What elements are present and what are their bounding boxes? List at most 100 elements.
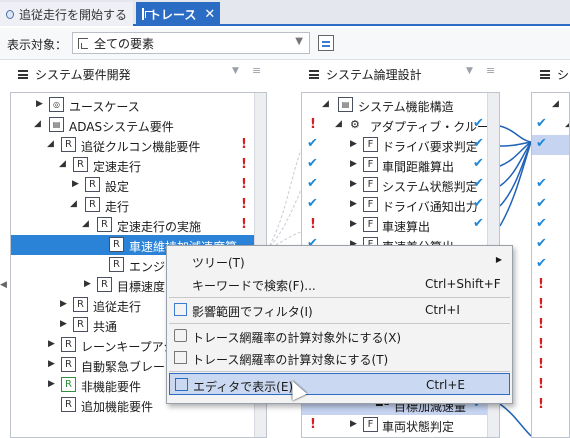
requirement-icon: R xyxy=(61,357,76,372)
tree-row[interactable]: ✔ xyxy=(532,215,569,235)
tree-row[interactable]: ▶ ◎ ユースケース xyxy=(11,95,266,115)
expand-icon[interactable]: ▶ xyxy=(350,179,357,189)
tree-row[interactable]: ! xyxy=(532,335,569,355)
tree-row[interactable]: ◢ ▤ システム機能構造 xyxy=(302,95,499,115)
error-mark: ! xyxy=(310,417,316,432)
tree-row[interactable]: ◢ ▤ ADASシステム要件 xyxy=(11,115,266,135)
tree-row[interactable]: ✔ ▶ F 車間距離算出 ✔ xyxy=(302,155,499,175)
tree-row[interactable]: ✔ xyxy=(532,175,569,195)
check-mark: ✔ xyxy=(473,216,484,231)
tree-row[interactable]: ✔ xyxy=(532,255,569,275)
menu-icon[interactable] xyxy=(18,69,28,79)
matrix-view-button[interactable] xyxy=(318,35,334,51)
collapse-handle[interactable]: ◀ xyxy=(0,280,8,296)
expand-icon[interactable]: ▶ xyxy=(350,419,357,429)
tree-row[interactable]: ✔ xyxy=(532,235,569,255)
chevron-down-icon[interactable]: ▼ xyxy=(232,66,239,76)
tree-row[interactable]: ✔ ▶ F システム状態判定 ✔ xyxy=(302,175,499,195)
menu-item-exclude-coverage[interactable]: トレース網羅率の計算対象外にする(X) xyxy=(169,325,510,347)
tab-label: トレース xyxy=(149,7,197,22)
menu-icon[interactable] xyxy=(309,69,319,79)
tree-row[interactable]: ! xyxy=(532,315,569,335)
menu-item-open-in-editor[interactable]: エディタで表示(E) Ctrl+E xyxy=(169,373,510,395)
tree-row[interactable]: ◢ R 定速走行の実施 ! xyxy=(11,215,266,235)
expand-icon[interactable]: ▶ xyxy=(60,319,67,329)
toolbar: 表示対象： 全ての要素 ▼ xyxy=(0,28,570,60)
collapse-icon[interactable]: ◢ xyxy=(47,139,54,149)
tree-row[interactable]: ◢ xyxy=(532,95,569,115)
check-mark: ✔ xyxy=(307,136,318,151)
collapse-icon[interactable]: ◢ xyxy=(70,199,77,209)
tree-row[interactable]: ! ▶ F 車速算出 ✔ xyxy=(302,215,499,235)
tree-row[interactable]: ✔ xyxy=(532,195,569,215)
tree-row[interactable]: ! xyxy=(532,295,569,315)
collapse-icon[interactable]: ◢ xyxy=(322,99,329,109)
check-mark: ✔ xyxy=(536,196,547,211)
menu-separator xyxy=(169,371,510,372)
tree-row[interactable]: ✔ ◢ xyxy=(532,115,569,135)
expand-icon[interactable]: ▶ xyxy=(350,159,357,169)
collapse-icon[interactable]: ◢ xyxy=(34,119,41,129)
chevron-down-icon[interactable]: ▼ xyxy=(466,66,473,76)
menu-item-keyword-search[interactable]: キーワードで検索(F)... Ctrl+Shift+F xyxy=(169,273,510,295)
check-mark: ✔ xyxy=(536,236,547,251)
expand-icon[interactable]: ▶ xyxy=(84,279,91,289)
filter-icon xyxy=(174,303,187,316)
error-mark: ! xyxy=(241,197,247,212)
tree-row[interactable]: ! ◢ ⚙ アダプティブ・クルーズ ✔ xyxy=(302,115,499,135)
tree-row[interactable]: ✔ ▶ F ドライバ要求判定 ✔ xyxy=(302,135,499,155)
display-target-select[interactable]: 全ての要素 ▼ xyxy=(72,32,310,54)
tree-row[interactable]: ◢ R 追従クルコン機能要件 ! xyxy=(11,135,266,155)
menu-icon[interactable]: ≡ xyxy=(252,64,261,77)
collapse-icon[interactable]: ◢ xyxy=(82,219,89,229)
shortcut-label: Ctrl+E xyxy=(426,378,465,392)
check-mark: ✔ xyxy=(307,176,318,191)
tree-row[interactable]: ✔ ▶ F ドライバ通知出力 ✔ xyxy=(302,195,499,215)
expand-icon[interactable]: ▶ xyxy=(48,379,55,389)
menu-icon[interactable] xyxy=(540,69,550,79)
error-mark: ! xyxy=(310,117,316,132)
shortcut-label: Ctrl+I xyxy=(425,303,460,317)
collapse-icon[interactable]: ◢ xyxy=(565,119,569,129)
collapse-icon[interactable]: ◢ xyxy=(552,99,559,109)
expand-icon[interactable]: ▶ xyxy=(48,339,55,349)
panel-title: システム要件開発 xyxy=(35,67,131,82)
menu-separator xyxy=(169,323,510,324)
package-icon: ▤ xyxy=(338,97,353,112)
expand-icon[interactable]: ▶ xyxy=(72,179,79,189)
menu-item-tree[interactable]: ツリー(T) ▶ xyxy=(169,250,510,272)
expand-icon[interactable]: ▶ xyxy=(60,299,67,309)
trace-icon xyxy=(142,8,153,20)
close-icon[interactable]: ✕ xyxy=(204,7,215,22)
tree-row[interactable]: ▶ R 設定 ! xyxy=(11,175,266,195)
tree-row[interactable]: ◢ R 走行 ! xyxy=(11,195,266,215)
tree-row[interactable]: ! xyxy=(532,275,569,295)
collapse-icon[interactable]: ◢ xyxy=(59,159,66,169)
expand-icon[interactable]: ▶ xyxy=(48,359,55,369)
requirement-icon: R xyxy=(61,337,76,352)
tree-row[interactable]: ✔ xyxy=(532,135,569,155)
collapse-icon[interactable]: ◢ xyxy=(335,119,342,129)
tree-row[interactable]: ! xyxy=(532,395,569,415)
error-mark: ! xyxy=(538,317,544,332)
menu-item-include-coverage[interactable]: トレース網羅率の計算対象にする(T) xyxy=(169,347,510,369)
tree-row[interactable]: ! ▶ F 車両状態判定 xyxy=(302,415,499,435)
expand-icon[interactable]: ▶ xyxy=(350,219,357,229)
requirement-icon: R xyxy=(61,137,76,152)
tab-start-follow[interactable]: 追従走行を開始する xyxy=(0,2,133,26)
panel-header-requirements: システム要件開発 xyxy=(18,64,131,84)
function-icon: F xyxy=(363,197,378,212)
menu-item-impact-filter[interactable]: 影響範囲でフィルタ(I) Ctrl+I xyxy=(169,299,510,321)
tree-row[interactable]: ! xyxy=(532,375,569,395)
expand-icon[interactable]: ▶ xyxy=(36,99,43,109)
requirement-icon: R xyxy=(73,297,88,312)
tree-row[interactable]: ◢ R 定速走行 ! xyxy=(11,155,266,175)
menu-icon[interactable]: ≡ xyxy=(486,64,495,77)
chevron-down-icon[interactable]: ▼ xyxy=(295,36,303,47)
tab-trace[interactable]: トレース ✕ xyxy=(136,2,220,26)
tree-row[interactable]: ! xyxy=(532,355,569,375)
requirement-icon: R xyxy=(97,217,112,232)
expand-icon[interactable]: ▶ xyxy=(350,139,357,149)
expand-icon[interactable]: ▶ xyxy=(350,199,357,209)
error-mark: ! xyxy=(241,137,247,152)
